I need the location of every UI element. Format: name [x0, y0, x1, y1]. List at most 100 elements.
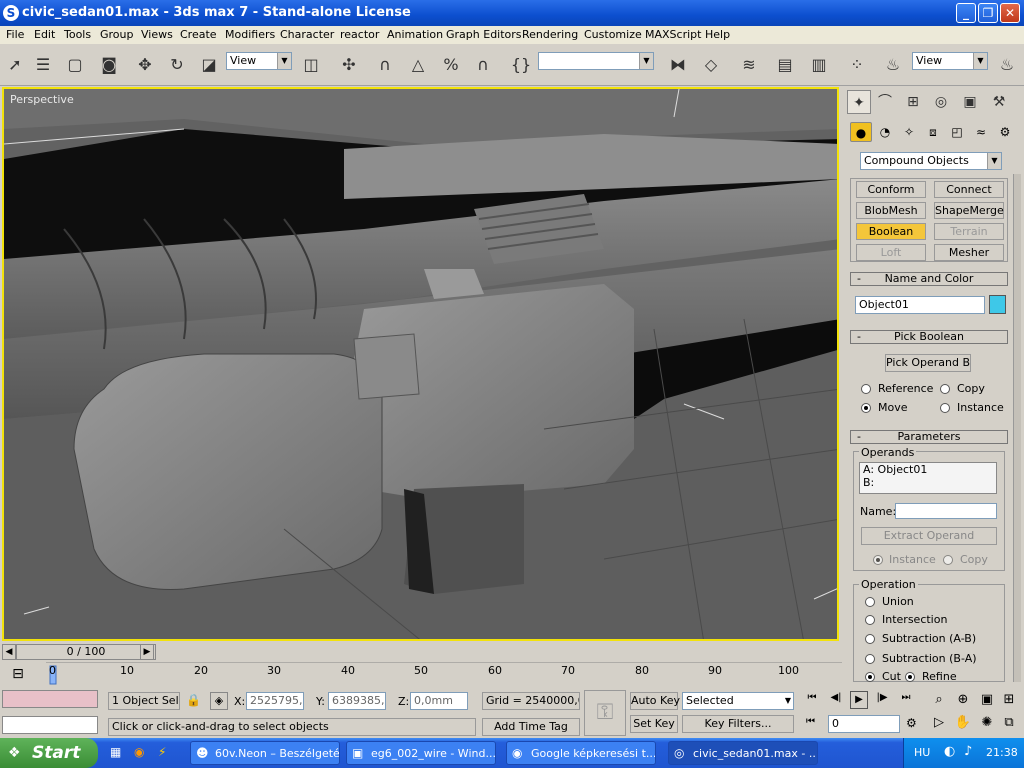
- lock-icon[interactable]: 🔒: [186, 693, 201, 709]
- percent-snap-icon[interactable]: %: [438, 52, 464, 78]
- utilities-tab-icon[interactable]: ⚒: [987, 90, 1011, 114]
- extract-copy-radio[interactable]: [943, 555, 953, 565]
- copy-radio[interactable]: [940, 384, 950, 394]
- snap-3d-icon[interactable]: ∩: [372, 52, 398, 78]
- perspective-viewport[interactable]: Perspective: [2, 87, 839, 641]
- menu-edit[interactable]: Edit: [34, 28, 55, 41]
- move-radio[interactable]: [861, 403, 871, 413]
- pan-icon[interactable]: ✋: [954, 715, 972, 733]
- key-mode-icon[interactable]: ⏮: [806, 716, 820, 732]
- create-tab-icon[interactable]: ✦: [847, 90, 871, 114]
- maximize-button[interactable]: ❐: [978, 3, 998, 23]
- quicklaunch-explorer-icon[interactable]: ▦: [110, 745, 126, 761]
- next-frame-icon[interactable]: ▶: [140, 644, 154, 660]
- prev-frame-icon[interactable]: ◀: [2, 644, 16, 660]
- quicklaunch-winamp-icon[interactable]: ⚡: [158, 745, 174, 761]
- viewport-label[interactable]: Perspective: [10, 93, 74, 106]
- reference-radio[interactable]: [861, 384, 871, 394]
- operand-b-item[interactable]: B:: [860, 476, 996, 489]
- menu-character[interactable]: Character: [280, 28, 334, 41]
- panel-scrollbar[interactable]: [1013, 174, 1021, 682]
- operand-a-item[interactable]: A: Object01: [860, 463, 996, 476]
- transform-mode-icon[interactable]: ◈: [210, 692, 228, 710]
- move-icon[interactable]: ✥: [132, 52, 158, 78]
- conform-button[interactable]: Conform: [856, 181, 926, 198]
- select-object-icon[interactable]: ➚: [2, 52, 28, 78]
- mesher-button[interactable]: Mesher: [934, 244, 1004, 261]
- menu-group[interactable]: Group: [100, 28, 134, 41]
- menu-rendering[interactable]: Rendering: [522, 28, 578, 41]
- render-scene-icon[interactable]: ♨: [880, 52, 906, 78]
- volume-icon[interactable]: ♪: [964, 744, 972, 759]
- extract-operand-button[interactable]: Extract Operand: [861, 527, 997, 545]
- object-name-field[interactable]: Object01: [855, 296, 985, 314]
- align-icon[interactable]: ◇: [698, 52, 724, 78]
- subtraction-ba-radio[interactable]: [865, 654, 875, 664]
- render-view-dropdown[interactable]: View ▼: [912, 52, 988, 70]
- zoom-icon[interactable]: ⌕: [930, 692, 948, 710]
- timeline-ruler[interactable]: 0 10 20 30 40 50 60 70 80 90 100: [16, 661, 842, 688]
- connect-button[interactable]: Connect: [934, 181, 1004, 198]
- set-key-icon[interactable]: ⚿: [584, 690, 626, 736]
- next-key-icon[interactable]: |▶: [874, 692, 890, 708]
- menu-file[interactable]: File: [6, 28, 24, 41]
- zoom-extents-icon[interactable]: ▣: [978, 692, 996, 710]
- category-dropdown[interactable]: Compound Objects ▼: [860, 152, 1002, 170]
- manipulate-icon[interactable]: ✣: [336, 52, 362, 78]
- app-icon[interactable]: S: [3, 5, 19, 21]
- angle-snap-icon[interactable]: △: [405, 52, 431, 78]
- scale-icon[interactable]: ◪: [196, 52, 222, 78]
- loft-button[interactable]: Loft: [856, 244, 926, 261]
- task-3dsmax[interactable]: ◎ civic_sedan01.max - ...: [668, 741, 818, 765]
- y-coordinate-field[interactable]: 6389385,1: [328, 692, 386, 710]
- pick-boolean-rollout-header[interactable]: - Pick Boolean: [850, 330, 1008, 344]
- instance-radio[interactable]: [940, 403, 950, 413]
- play-icon[interactable]: ▶: [850, 691, 868, 709]
- task-image-viewer[interactable]: ▣ eg6_002_wire - Wind...: [346, 741, 496, 765]
- schematic-view-icon[interactable]: ▥: [806, 52, 832, 78]
- geometry-icon[interactable]: ●: [850, 122, 872, 142]
- set-key-button[interactable]: Set Key: [630, 715, 678, 733]
- intersection-radio[interactable]: [865, 615, 875, 625]
- task-firefox[interactable]: ◉ Google képkeresési t...: [506, 741, 656, 765]
- menu-graph-editors[interactable]: Graph Editors: [446, 28, 522, 41]
- time-config-icon[interactable]: ⚙: [906, 716, 920, 732]
- quicklaunch-firefox-icon[interactable]: ◉: [134, 745, 150, 761]
- quick-render-icon[interactable]: ♨: [994, 52, 1020, 78]
- menu-customize[interactable]: Customize: [584, 28, 642, 41]
- zoom-all-icon[interactable]: ⊕: [954, 692, 972, 710]
- menu-help[interactable]: Help: [705, 28, 730, 41]
- key-filters-button[interactable]: Key Filters...: [682, 715, 794, 733]
- named-selection-icon[interactable]: {}: [508, 52, 534, 78]
- modify-tab-icon[interactable]: ⌒: [873, 90, 897, 114]
- previous-key-icon[interactable]: ◀|: [828, 692, 844, 708]
- layer-manager-icon[interactable]: ≋: [736, 52, 762, 78]
- zoom-extents-all-icon[interactable]: ⊞: [1000, 692, 1018, 710]
- rotate-icon[interactable]: ↻: [164, 52, 190, 78]
- network-icon[interactable]: ◐: [944, 744, 955, 759]
- menu-maxscript[interactable]: MAXScript: [645, 28, 701, 41]
- task-neon-chat[interactable]: ☻ 60v.Neon – Beszélgetés: [190, 741, 340, 765]
- operand-name-field[interactable]: [895, 503, 997, 519]
- menu-views[interactable]: Views: [141, 28, 173, 41]
- blobmesh-button[interactable]: BlobMesh: [856, 202, 926, 219]
- rect-selection-icon[interactable]: ▢: [62, 52, 88, 78]
- material-editor-icon[interactable]: ⁘: [844, 52, 870, 78]
- motion-tab-icon[interactable]: ◎: [929, 90, 953, 114]
- terrain-button[interactable]: Terrain: [934, 223, 1004, 240]
- menu-create[interactable]: Create: [180, 28, 217, 41]
- reference-coord-dropdown[interactable]: View ▼: [226, 52, 292, 70]
- shapemerge-button[interactable]: ShapeMerge: [934, 202, 1004, 219]
- go-to-end-icon[interactable]: ⏭: [898, 692, 914, 708]
- curve-editor-icon[interactable]: ▤: [772, 52, 798, 78]
- window-crossing-icon[interactable]: ◙: [96, 52, 122, 78]
- language-indicator[interactable]: HU: [914, 746, 930, 759]
- object-color-swatch[interactable]: [989, 295, 1006, 314]
- named-selection-dropdown[interactable]: ▼: [538, 52, 654, 70]
- current-frame-field[interactable]: 0: [828, 715, 900, 733]
- cameras-icon[interactable]: ⧈: [922, 122, 944, 142]
- space-warps-icon[interactable]: ≈: [970, 122, 992, 142]
- add-time-tag-button[interactable]: Add Time Tag: [482, 718, 580, 736]
- extract-instance-radio[interactable]: [873, 555, 883, 565]
- auto-key-button[interactable]: Auto Key: [630, 692, 680, 710]
